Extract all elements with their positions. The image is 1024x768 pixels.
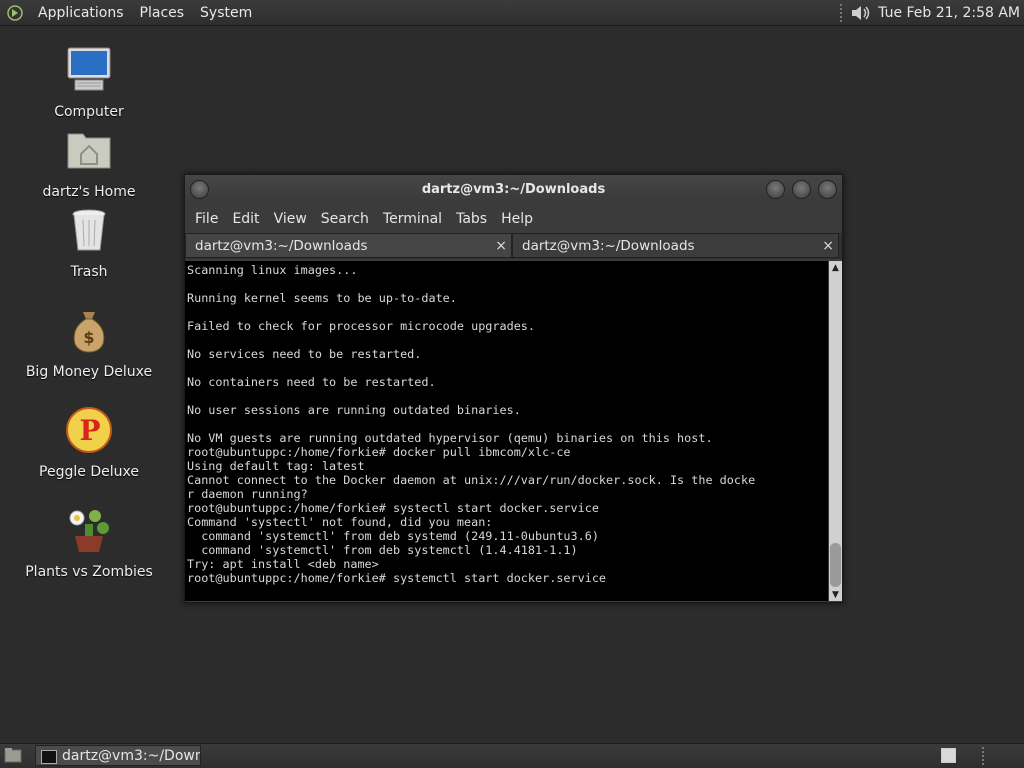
system-menu[interactable]: System <box>192 5 260 21</box>
desktop-icon-label: Computer <box>54 104 124 120</box>
top-panel: Applications Places System Tue Feb 21, 2… <box>0 0 1024 26</box>
menu-edit[interactable]: Edit <box>225 211 266 227</box>
panel-separator <box>982 747 984 765</box>
menu-help[interactable]: Help <box>494 211 540 227</box>
desktop-icon-label: Peggle Deluxe <box>39 464 139 480</box>
desktop-icon-label: Big Money Deluxe <box>25 364 153 380</box>
svg-text:$: $ <box>83 328 94 347</box>
desktop-icon-big-money[interactable]: $ Big Money Deluxe <box>24 306 154 380</box>
workspace-switcher[interactable] <box>941 748 956 763</box>
tab-label: dartz@vm3:~/Downloads <box>522 238 695 254</box>
desktop-icon-label: Trash <box>70 264 108 280</box>
tab-1[interactable]: dartz@vm3:~/Downloads × <box>185 233 512 258</box>
tab-2[interactable]: dartz@vm3:~/Downloads × <box>512 233 839 258</box>
trash-icon <box>72 209 106 251</box>
tab-close-icon[interactable]: × <box>495 234 507 259</box>
show-desktop-icon[interactable] <box>4 747 22 763</box>
computer-icon <box>67 47 111 91</box>
menu-view[interactable]: View <box>267 211 314 227</box>
volume-icon[interactable] <box>850 3 872 23</box>
taskbar-window-label: dartz@vm3:~/Down... <box>62 748 200 764</box>
terminal-menubar: File Edit View Search Terminal Tabs Help <box>185 205 842 233</box>
close-button[interactable] <box>818 180 837 199</box>
desktop-icon-home[interactable]: dartz's Home <box>24 126 154 200</box>
terminal-output: Scanning linux images... Running kernel … <box>187 263 756 585</box>
desktop-icon-plants-vs-zombies[interactable]: Plants vs Zombies <box>24 506 154 580</box>
menu-terminal[interactable]: Terminal <box>376 211 449 227</box>
scroll-up-arrow-icon[interactable]: ▲ <box>829 263 842 273</box>
gnome-foot-icon[interactable] <box>6 4 24 22</box>
svg-text:P: P <box>79 414 100 447</box>
menu-file[interactable]: File <box>188 211 225 227</box>
terminal-window: dartz@vm3:~/Downloads File Edit View Sea… <box>184 174 843 603</box>
menu-search[interactable]: Search <box>314 211 376 227</box>
terminal-output-area[interactable]: Scanning linux images... Running kernel … <box>185 261 828 601</box>
bottom-panel: dartz@vm3:~/Down... <box>0 743 1024 768</box>
desktop-icon-computer[interactable]: Computer <box>24 46 154 120</box>
desktop-icon-label: Plants vs Zombies <box>25 564 153 580</box>
taskbar-window-button[interactable]: dartz@vm3:~/Down... <box>35 745 201 766</box>
minimize-button[interactable] <box>766 180 785 199</box>
places-menu[interactable]: Places <box>132 5 193 21</box>
clock[interactable]: Tue Feb 21, 2:58 AM <box>872 5 1024 21</box>
tab-close-icon[interactable]: × <box>822 234 834 259</box>
menu-tabs[interactable]: Tabs <box>449 211 494 227</box>
tab-bar: dartz@vm3:~/Downloads × dartz@vm3:~/Down… <box>185 233 842 259</box>
desktop-icon-trash[interactable]: Trash <box>24 206 154 280</box>
window-titlebar[interactable]: dartz@vm3:~/Downloads <box>185 175 842 205</box>
terminal-icon <box>41 750 57 764</box>
panel-separator <box>840 3 843 22</box>
money-bag-icon: $ <box>73 312 105 353</box>
scrollbar[interactable]: ▲ ▼ <box>829 261 842 601</box>
plants-vs-zombies-icon <box>69 510 109 552</box>
applications-menu[interactable]: Applications <box>30 5 132 21</box>
tab-label: dartz@vm3:~/Downloads <box>195 238 368 254</box>
maximize-button[interactable] <box>792 180 811 199</box>
window-title: dartz@vm3:~/Downloads <box>421 182 606 197</box>
desktop-icon-peggle[interactable]: P Peggle Deluxe <box>24 406 154 480</box>
scroll-down-arrow-icon[interactable]: ▼ <box>829 590 842 600</box>
desktop-icon-label: dartz's Home <box>42 184 136 200</box>
home-folder-icon <box>67 133 111 169</box>
scrollbar-thumb[interactable] <box>830 543 841 587</box>
peggle-icon: P <box>66 407 112 453</box>
